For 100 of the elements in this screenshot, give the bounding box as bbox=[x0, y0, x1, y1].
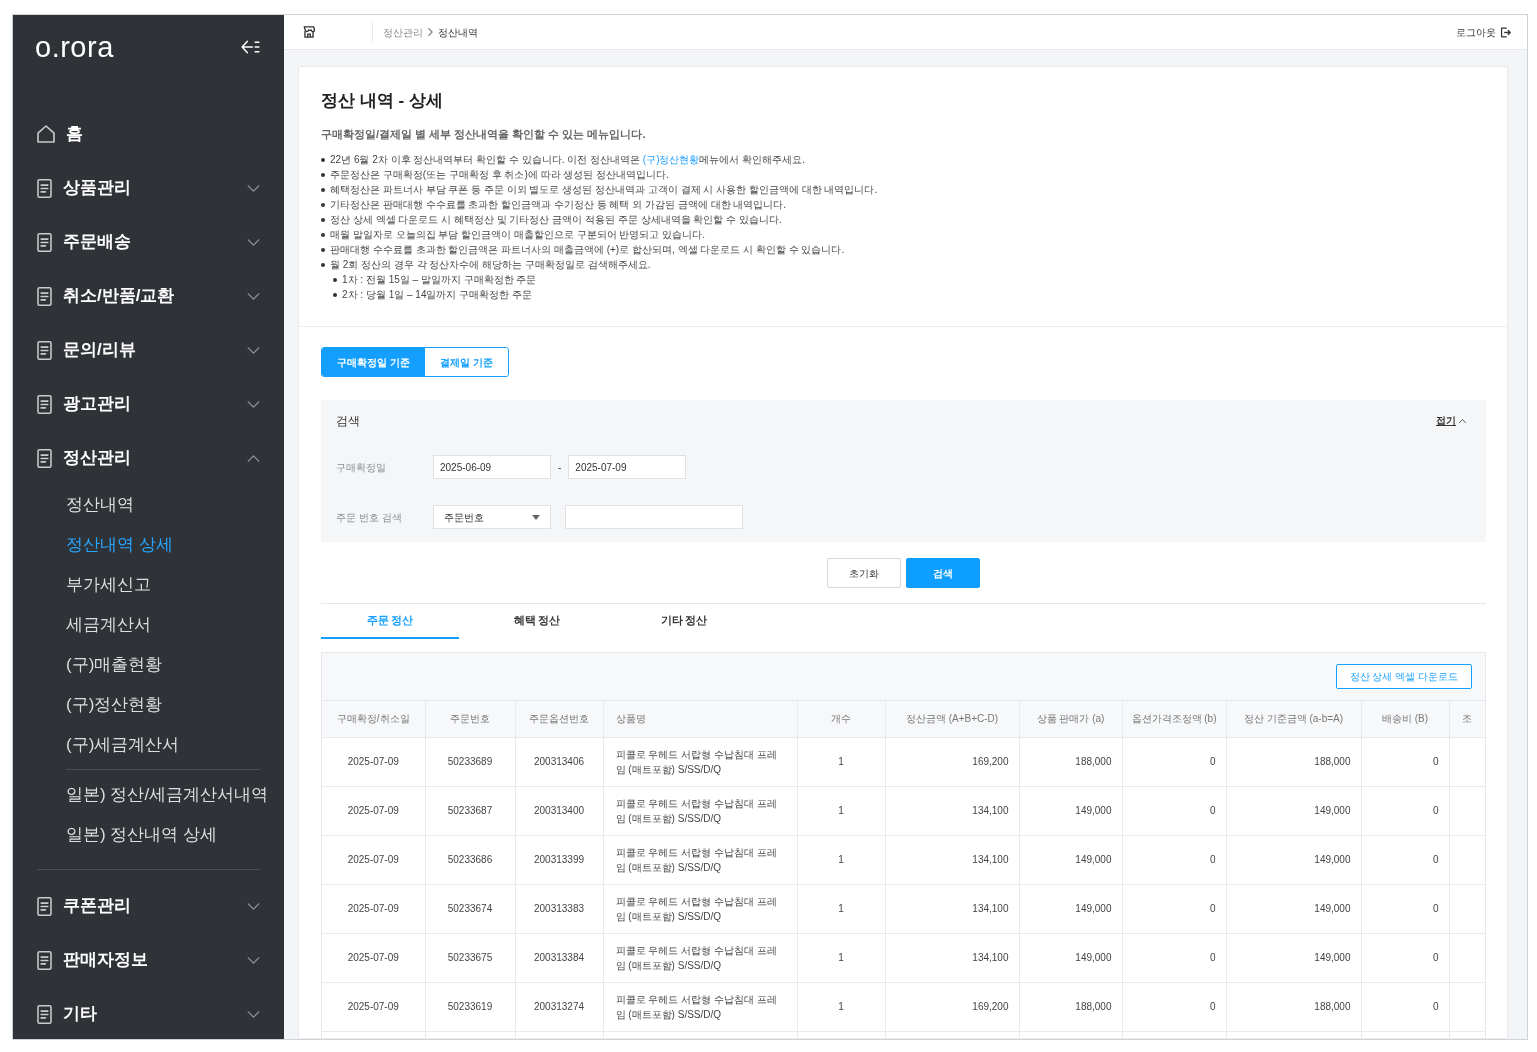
sidebar-submenu-item[interactable]: 정산내역 상세 bbox=[13, 525, 284, 565]
sidebar-menu-item[interactable]: 쿠폰관리 bbox=[13, 879, 284, 933]
note-text: 혜택정산은 파트너사 부담 쿠폰 등 주문 이외 별도로 생성된 정산내역과 고객이 결제 시 사용한 할인금액에 대한 내역입니다. bbox=[330, 183, 878, 197]
column-header: 주문옵션번호 bbox=[515, 701, 603, 737]
sidebar-menu-item[interactable]: 기타 bbox=[13, 987, 284, 1039]
table-cell: 149,000 bbox=[1226, 884, 1361, 933]
table-cell: 50233674 bbox=[425, 884, 515, 933]
bullet-icon bbox=[321, 232, 325, 237]
table-cell: 1 bbox=[797, 737, 885, 786]
table-cell: 50233675 bbox=[425, 933, 515, 982]
table-cell: 피콜로 우헤드 서랍형 수납침대 프레임 (매트포함) S/SS/D/Q bbox=[603, 786, 797, 835]
sidebar-submenu-item[interactable]: 세금계산서 bbox=[13, 605, 284, 645]
table-cell: 0 bbox=[1122, 786, 1226, 835]
column-header: 구매확정/취소일 bbox=[322, 701, 425, 737]
logo[interactable]: o.rora bbox=[35, 32, 114, 62]
sidebar-submenu-item[interactable]: 정산내역 bbox=[13, 485, 284, 525]
table-cell: 169,200 bbox=[885, 737, 1019, 786]
table-cell: 200313274 bbox=[515, 982, 603, 1031]
page-title: 정산 내역 - 상세 bbox=[321, 91, 444, 111]
table-cell: 200313383 bbox=[515, 884, 603, 933]
table-cell: 50233687 bbox=[425, 786, 515, 835]
bullet-icon bbox=[321, 217, 325, 222]
bullet-icon bbox=[321, 262, 325, 267]
table-cell: 50233686 bbox=[425, 835, 515, 884]
breadcrumb-link[interactable]: 정산관리 bbox=[383, 24, 423, 40]
column-header: 상품명 bbox=[603, 701, 797, 737]
sidebar-menu-item[interactable]: 상품관리 bbox=[13, 161, 284, 215]
sidebar-submenu-item[interactable]: (구)세금계산서 bbox=[13, 725, 284, 765]
table-cell: 1 bbox=[797, 933, 885, 982]
table-cell: 134,100 bbox=[885, 933, 1019, 982]
logout-icon bbox=[1500, 26, 1511, 38]
table-cell: 1 bbox=[797, 835, 885, 884]
table-cell: 134,100 bbox=[885, 835, 1019, 884]
sidebar-menu-item[interactable]: 판매자정보 bbox=[13, 933, 284, 987]
bullet-icon bbox=[321, 202, 325, 207]
caret-icon bbox=[532, 514, 540, 520]
sidebar-menu-item[interactable]: 홈 bbox=[13, 107, 284, 161]
table-cell: 1 bbox=[797, 982, 885, 1031]
tab[interactable]: 기타 정산 bbox=[615, 604, 753, 639]
table-cell: 0 bbox=[1361, 884, 1449, 933]
note-text: 매월 말일자로 오늘의집 부담 할인금액이 매출할인으로 구분되어 반영되고 있습니다. bbox=[330, 228, 705, 242]
table-cell: 188,000 bbox=[1226, 982, 1361, 1031]
table-cell: 200313384 bbox=[515, 933, 603, 982]
sidebar-submenu-item[interactable]: 부가세신고 bbox=[13, 565, 284, 605]
column-header: 정산금액 (A+B+C-D) bbox=[885, 701, 1019, 737]
sidebar-menu-item[interactable]: 광고관리 bbox=[13, 377, 284, 431]
column-header: 옵션가격조정액 (b) bbox=[1122, 701, 1226, 737]
table-cell: 50233619 bbox=[425, 982, 515, 1031]
table-cell: 200313399 bbox=[515, 835, 603, 884]
collapse-icon[interactable] bbox=[241, 40, 260, 54]
chevron-up-icon bbox=[1459, 418, 1466, 423]
table-cell: 188,000 bbox=[1019, 737, 1122, 786]
table-cell: 2025-07-09 bbox=[322, 884, 425, 933]
table-cell: 200313400 bbox=[515, 786, 603, 835]
tab[interactable]: 혜택 정산 bbox=[468, 604, 606, 639]
column-header: 개수 bbox=[797, 701, 885, 737]
table-cell: 134,100 bbox=[885, 884, 1019, 933]
table-cell: 149,000 bbox=[1019, 786, 1122, 835]
table-cell: 피콜로 우헤드 서랍형 수납침대 프레임 (매트포함) S/SS/D/Q bbox=[603, 884, 797, 933]
sidebar-menu-item[interactable]: 정산관리 bbox=[13, 431, 284, 485]
store-icon[interactable] bbox=[303, 26, 315, 38]
note-text: 주문정산은 구매확정(또는 구매확정 후 취소)에 따라 생성된 정산내역입니다. bbox=[330, 168, 669, 182]
bullet-icon bbox=[333, 292, 337, 297]
table-cell: 134,100 bbox=[885, 786, 1019, 835]
reset-button[interactable]: 초기화 bbox=[827, 558, 901, 588]
document-icon bbox=[37, 232, 52, 252]
date-field[interactable]: 2025-06-09 bbox=[433, 455, 551, 479]
sidebar-submenu-item[interactable]: (구)매출현황 bbox=[13, 645, 284, 685]
logout-button[interactable]: 로그아웃 bbox=[1456, 24, 1511, 40]
panel-title: 검색 bbox=[336, 413, 360, 428]
table-cell: 0 bbox=[1122, 737, 1226, 786]
fold-button[interactable]: 접기 bbox=[1436, 413, 1466, 428]
table-cell: 피콜로 우헤드 서랍형 수납침대 프레임 (매트포함) S/SS/D/Q bbox=[603, 737, 797, 786]
table-cell: 2025-07-09 bbox=[322, 835, 425, 884]
sidebar-submenu-item[interactable]: (구)정산현황 bbox=[13, 685, 284, 725]
sidebar-menu-item[interactable]: 주문배송 bbox=[13, 215, 284, 269]
input-field[interactable] bbox=[565, 505, 743, 529]
table-cell: 1 bbox=[797, 884, 885, 933]
sidebar-submenu-item[interactable]: 일본) 정산/세금계산서내역 bbox=[13, 775, 284, 815]
document-icon bbox=[37, 448, 52, 468]
sidebar-menu-item[interactable]: 문의/리뷰 bbox=[13, 323, 284, 377]
sidebar-submenu-item[interactable]: 일본) 정산내역 상세 bbox=[13, 815, 284, 855]
table-cell: 200313406 bbox=[515, 737, 603, 786]
table-cell: 0 bbox=[1122, 982, 1226, 1031]
document-icon bbox=[37, 950, 52, 970]
table-cell: 2025-07-09 bbox=[322, 933, 425, 982]
date-field[interactable]: 2025-07-09 bbox=[568, 455, 687, 479]
table-cell: 149,000 bbox=[1019, 835, 1122, 884]
note-text: 1차 : 전월 15일 – 말일까지 구매확정한 주문 bbox=[342, 273, 537, 287]
table-cell: 2025-07-09 bbox=[322, 737, 425, 786]
sidebar-menu-item[interactable]: 취소/반품/교환 bbox=[13, 269, 284, 323]
table-cell: 149,000 bbox=[1226, 786, 1361, 835]
column-header: 정산 기준금액 (a-b=A) bbox=[1226, 701, 1361, 737]
document-icon bbox=[37, 286, 52, 306]
select-field[interactable]: 주문번호 bbox=[433, 505, 551, 529]
table-cell: 2025-07-09 bbox=[322, 786, 425, 835]
table-cell: 188,000 bbox=[1019, 982, 1122, 1031]
note-text: 기타정산은 판매대행 수수료를 초과한 할인금액과 수기정산 등 혜택 외 가감된 금액에 대한 내역입니다. bbox=[330, 198, 787, 212]
table-cell: 149,000 bbox=[1226, 835, 1361, 884]
column-header: 조 bbox=[1449, 701, 1485, 737]
